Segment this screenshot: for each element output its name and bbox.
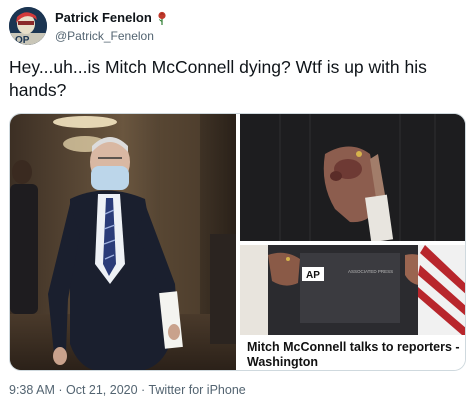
media-card-ap[interactable]: AP ASSOCIATED PRESS Mitch McConnell talk… (240, 245, 465, 370)
meta-separator: · (54, 383, 66, 397)
rose-icon (156, 11, 168, 25)
meta-separator: · (137, 383, 149, 397)
photo-hand-closeup[interactable] (240, 114, 465, 243)
photo-mcconnell-walking[interactable] (10, 114, 236, 370)
ap-watermark: ASSOCIATED PRESS (348, 269, 393, 274)
photo-podium-hands: AP ASSOCIATED PRESS (240, 245, 465, 335)
avatar[interactable]: OP (9, 7, 47, 45)
media-caption: Mitch McConnell talks to reporters - Was… (247, 340, 460, 369)
tweet-time[interactable]: 9:38 AM (9, 383, 55, 397)
tweet-meta: 9:38 AM · Oct 21, 2020 · Twitter for iPh… (9, 383, 246, 397)
user-handle[interactable]: @Patrick_Fenelon (55, 29, 154, 43)
name-row: Patrick Fenelon (55, 10, 168, 25)
tweet-header: OP Patrick Fenelon @Patrick_Fenelon (8, 5, 468, 47)
display-name[interactable]: Patrick Fenelon (55, 10, 152, 25)
media-grid: AP ASSOCIATED PRESS Mitch McConnell talk… (9, 113, 466, 371)
svg-text:OP: OP (15, 35, 30, 45)
svg-text:AP: AP (306, 270, 320, 281)
tweet-source[interactable]: Twitter for iPhone (148, 383, 245, 397)
tweet-date[interactable]: Oct 21, 2020 (66, 383, 138, 397)
tweet-text: Hey...uh...is Mitch McConnell dying? Wtf… (9, 57, 427, 100)
